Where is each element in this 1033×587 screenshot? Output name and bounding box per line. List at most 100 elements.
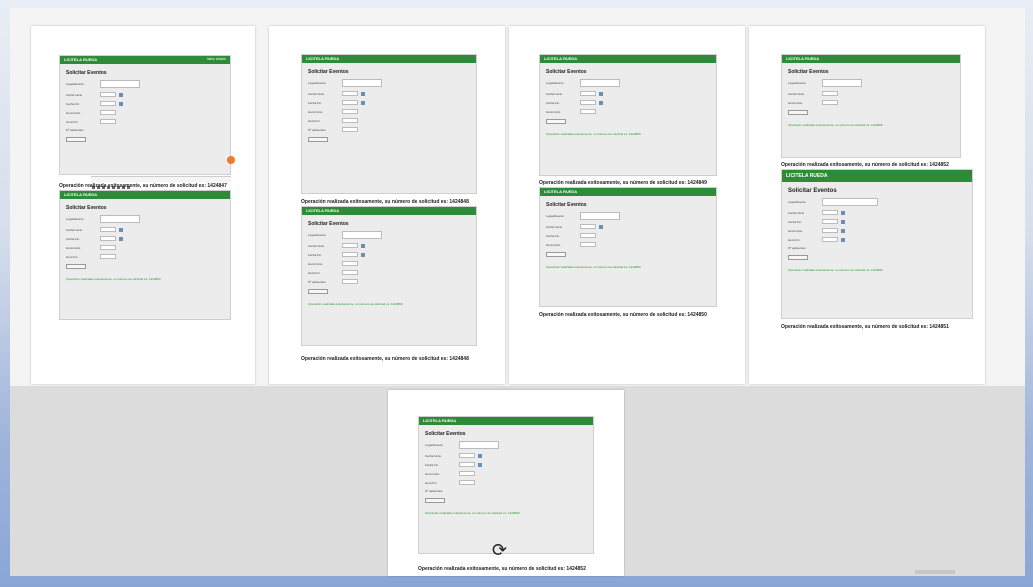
hora-fin-field — [342, 270, 358, 275]
page-1[interactable]: LICITELA RUEDA Inicio sesión Solicitar E… — [31, 26, 255, 384]
fecha-fin-field — [459, 462, 475, 467]
app-brand: LICITELA RUEDA — [306, 208, 340, 213]
calendar-icon — [599, 224, 603, 229]
form-title: Solicitar Eventos — [788, 69, 829, 75]
app-brand: LICITELA RUEDA — [544, 56, 578, 61]
calendar-icon — [361, 100, 365, 105]
label-fecha-inicio: Fecha Inicio — [788, 210, 805, 215]
calendar-icon — [119, 227, 123, 232]
page-1-screenshot-bottom: LICITELA RUEDA Solicitar Eventos Lugar/E… — [59, 190, 231, 320]
fecha-fin-field — [580, 100, 596, 105]
form-title: Solicitar Eventos — [308, 221, 349, 227]
page-1-screenshot-top: LICITELA RUEDA Inicio sesión Solicitar E… — [59, 55, 231, 175]
enviar-evento-button — [788, 255, 808, 260]
page-3-screenshot-top: LICITELA RUEDA Solicitar Eventos Lugar/E… — [539, 54, 717, 176]
app-brand: LICITELA RUEDA — [786, 173, 828, 179]
enviar-evento-button — [546, 119, 566, 124]
page-2-screenshot-top: LICITELA RUEDA Solicitar Eventos Lugar/E… — [301, 54, 477, 194]
calendar-icon — [478, 453, 482, 458]
page-thumbnail-canvas[interactable]: LICITELA RUEDA Inicio sesión Solicitar E… — [10, 8, 1025, 576]
page-3-caption-b: Operación realizada exitosamente, su núm… — [539, 312, 707, 318]
enviar-evento-button — [66, 137, 86, 142]
label-fecha-fin: Fecha Fin — [546, 100, 560, 105]
form-title: Solicitar Eventos — [546, 202, 587, 208]
hora-fin-field — [822, 237, 838, 242]
calendar-icon — [599, 100, 603, 105]
page-5[interactable]: LICITELA RUEDA Solicitar Eventos Lugar/E… — [388, 390, 624, 576]
fecha-inicio-field — [100, 227, 116, 232]
lugar-field — [342, 231, 382, 239]
enviar-evento-button — [308, 289, 328, 294]
label-hora-inicio: Hora Inicio — [308, 261, 323, 266]
calendar-icon — [841, 210, 845, 215]
label-fecha-inicio: Fecha Inicio — [308, 91, 325, 96]
fecha-fin-field — [822, 219, 838, 224]
page-4[interactable]: LICITELA RUEDA Solicitar Eventos Lugar/E… — [749, 26, 985, 384]
fecha-inicio-field — [342, 243, 358, 248]
page-1-caption: Operación realizada exitosamente, su núm… — [59, 183, 227, 189]
label-hora-inicio: Hora Inicio — [308, 109, 323, 114]
label-fecha-inicio: Fecha Inicio — [425, 453, 442, 458]
label-hora-fin: Hora Fin — [308, 118, 320, 123]
page-4-caption-b: Operación realizada exitosamente, su núm… — [781, 324, 949, 330]
fecha-inicio-field — [459, 453, 475, 458]
lugar-field — [342, 79, 382, 87]
enviar-evento-button — [788, 110, 808, 115]
label-asistentes: Nº asistentes — [425, 489, 443, 493]
app-brand: LICITELA RUEDA — [544, 189, 578, 194]
app-brand: LICITELA RUEDA — [423, 418, 457, 423]
page-2-caption-b: Operación realizada exitosamente, su núm… — [301, 356, 469, 362]
fecha-inicio-field — [342, 91, 358, 96]
success-message: Operación realizada exitosamente, su núm… — [66, 277, 161, 281]
app-header-bar: LICITELA RUEDA — [60, 191, 230, 199]
label-lugar: Lugar/Evento — [546, 81, 564, 85]
calendar-icon — [119, 101, 123, 106]
label-hora-inicio: Hora Inicio — [425, 471, 440, 476]
hora-inicio-field — [342, 261, 358, 266]
app-brand: LICITELA RUEDA — [786, 56, 820, 61]
page-3[interactable]: LICITELA RUEDA Solicitar Eventos Lugar/E… — [509, 26, 745, 384]
app-brand: LICITELA RUEDA — [64, 192, 98, 197]
calendar-icon — [361, 252, 365, 257]
label-hora-fin: Hora Fin — [788, 237, 800, 242]
label-fecha-fin: Fecha Fin — [308, 252, 322, 257]
label-hora-inicio: Hora Inicio — [66, 245, 81, 250]
label-lugar: Lugar/Evento — [425, 443, 443, 447]
hora-fin-field — [342, 118, 358, 123]
form-title: Solicitar Eventos — [425, 431, 466, 437]
label-fecha-fin: Fecha Fin — [788, 219, 802, 224]
app-brand: LICITELA RUEDA — [306, 56, 340, 61]
enviar-evento-button — [66, 264, 86, 269]
rotate-cursor-icon: ⟳ — [492, 540, 508, 561]
label-fecha-inicio: Fecha Inicio — [546, 224, 563, 229]
hora-inicio-field — [822, 228, 838, 233]
label-fecha-fin: Fecha Fin — [308, 100, 322, 105]
label-fecha-inicio: Fecha Inicio — [308, 243, 325, 248]
calendar-icon — [119, 236, 123, 241]
label-fecha-inicio: Fecha Inicio — [788, 91, 805, 96]
horizontal-scrollbar-thumb[interactable] — [915, 570, 955, 574]
calendar-icon — [361, 91, 365, 96]
calendar-icon — [599, 91, 603, 96]
calendar-icon — [841, 219, 845, 224]
label-hora-inicio: Hora Inicio — [546, 242, 561, 247]
form-title: Solicitar Eventos — [66, 70, 107, 76]
asistentes-field — [342, 279, 358, 284]
label-lugar: Lugar/Evento — [308, 81, 326, 85]
label-lugar: Lugar/Evento — [788, 81, 806, 85]
calendar-icon — [119, 92, 123, 97]
enviar-evento-button — [546, 252, 566, 257]
page-4-screenshot-top: LICITELA RUEDA Solicitar Eventos Lugar/E… — [781, 54, 961, 158]
hora-inicio-field — [459, 471, 475, 476]
fecha-inicio-field — [822, 210, 838, 215]
app-nav: Inicio sesión — [206, 57, 226, 61]
label-hora-fin: Hora Fin — [425, 480, 437, 485]
label-hora-inicio: Hora Inicio — [66, 110, 81, 115]
label-fecha-fin: Fecha Fin — [66, 101, 80, 106]
label-lugar: Lugar/Evento — [66, 217, 84, 221]
page-2-screenshot-bottom: LICITELA RUEDA Solicitar Eventos Lugar/E… — [301, 206, 477, 346]
lugar-field — [580, 79, 620, 87]
form-title: Solicitar Eventos — [546, 69, 587, 75]
fecha-fin-field — [342, 100, 358, 105]
page-2[interactable]: LICITELA RUEDA Solicitar Eventos Lugar/E… — [269, 26, 505, 384]
